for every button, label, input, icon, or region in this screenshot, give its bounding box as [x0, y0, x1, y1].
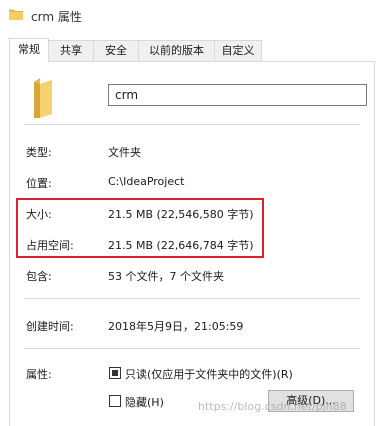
watermark: https://blog.csdn.net/pjh88	[198, 400, 347, 413]
attributes-label: 属性:	[26, 368, 52, 381]
tab-sharing[interactable]: 共享	[48, 40, 94, 61]
divider	[24, 348, 360, 349]
size-value: 21.5 MB (22,546,580 字节)	[108, 208, 254, 221]
readonly-checkbox[interactable]	[109, 367, 121, 379]
readonly-label[interactable]: 只读(仅应用于文件夹中的文件)(R)	[125, 366, 293, 382]
tab-strip: 常规 共享 安全 以前的版本 自定义	[0, 38, 384, 62]
type-value: 文件夹	[108, 146, 141, 159]
tab-customize[interactable]: 自定义	[214, 40, 262, 61]
contains-label: 包含:	[26, 270, 52, 283]
divider	[24, 298, 360, 299]
window-title: crm 属性	[31, 10, 82, 24]
disk-size-value: 21.5 MB (22,646,784 字节)	[108, 239, 254, 252]
size-label: 大小:	[26, 208, 52, 221]
tab-general[interactable]: 常规	[9, 38, 49, 62]
tab-security[interactable]: 安全	[93, 40, 139, 61]
location-value: C:\IdeaProject	[108, 175, 185, 188]
title-bar: crm 属性	[0, 0, 384, 30]
folder-icon	[9, 9, 23, 20]
tab-previous-versions[interactable]: 以前的版本	[138, 40, 215, 61]
created-value: 2018年5月9日，21:05:59	[108, 320, 244, 333]
contains-value: 53 个文件，7 个文件夹	[108, 270, 224, 283]
disk-size-label: 占用空间:	[26, 239, 74, 252]
location-label: 位置:	[26, 177, 52, 190]
hidden-label[interactable]: 隐藏(H)	[125, 394, 164, 410]
divider	[24, 124, 360, 125]
type-label: 类型:	[26, 146, 52, 159]
folder-icon	[34, 78, 52, 118]
created-label: 创建时间:	[26, 320, 74, 333]
hidden-checkbox[interactable]	[109, 395, 121, 407]
folder-name-input[interactable]: crm	[108, 84, 367, 106]
